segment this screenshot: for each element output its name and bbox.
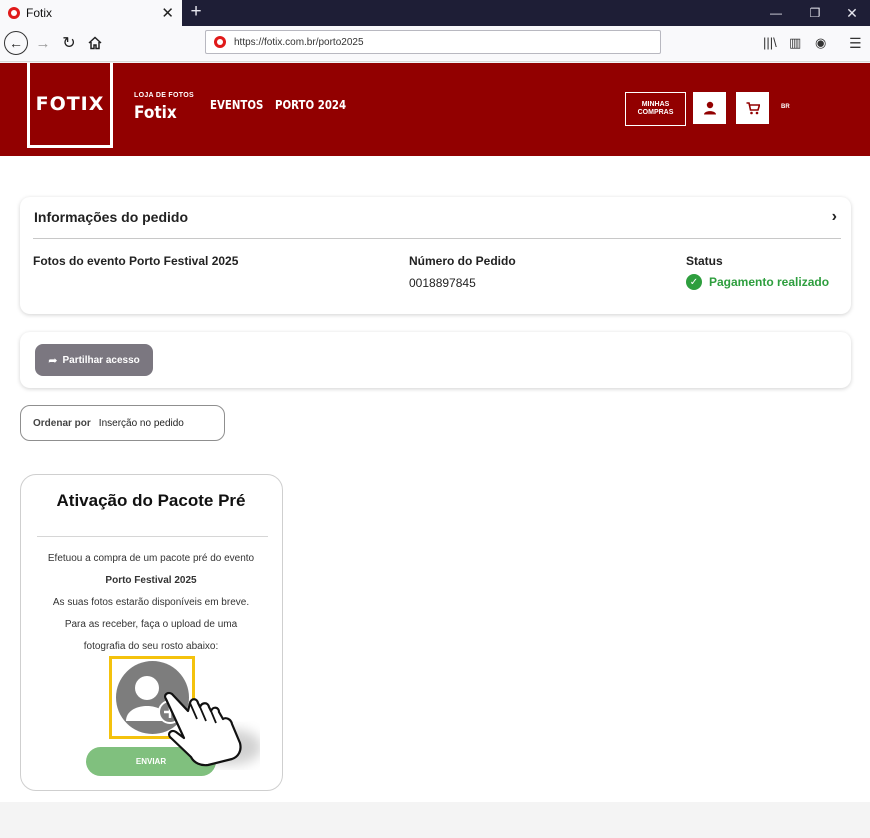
face-upload-button[interactable] <box>109 656 195 739</box>
language-selector[interactable]: BR <box>781 104 790 110</box>
status-badge: ✓ Pagamento realizado <box>686 274 829 290</box>
minimize-icon[interactable]: — <box>758 0 794 26</box>
submit-button[interactable]: ENVIAR <box>86 747 216 776</box>
main-content: Informações do pedido › Fotos do evento … <box>0 156 870 802</box>
status-label: Status <box>686 254 723 268</box>
share-card: ➦ Partilhar acesso <box>20 332 851 388</box>
nav-link-eventos[interactable]: EVENTOS <box>210 98 263 112</box>
sidebar-icon[interactable]: ▥ <box>789 35 801 51</box>
user-icon <box>703 101 716 115</box>
activation-text-1: Efetuou a compra de um pacote pré do eve… <box>47 553 255 564</box>
order-info-title: Informações do pedido <box>34 209 189 225</box>
site-favicon-icon <box>214 36 226 48</box>
my-purchases-button[interactable]: MINHAS COMPRAS <box>625 92 686 126</box>
activation-text-4: Para as receber, faça o upload de uma <box>64 619 238 630</box>
order-number-label: Número do Pedido <box>409 254 516 268</box>
activation-card: Ativação do Pacote Pré Efetuou a compra … <box>20 474 283 791</box>
menu-icon[interactable]: ☰ <box>849 35 862 52</box>
user-button[interactable] <box>693 92 726 124</box>
sort-select[interactable]: Ordenar por Inserção no pedido <box>20 405 225 441</box>
reload-icon[interactable]: ↻ <box>57 31 81 55</box>
logo-text: FOTIX <box>35 93 105 115</box>
home-icon[interactable] <box>83 31 107 55</box>
account-icon[interactable]: ◉ <box>815 35 826 51</box>
sort-label: Ordenar por <box>33 417 91 429</box>
footer-area <box>0 802 870 838</box>
activation-title: Ativação do Pacote Pré <box>56 491 246 510</box>
avatar-placeholder-icon <box>116 661 189 734</box>
divider <box>33 238 841 239</box>
tab-close-icon[interactable]: ✕ <box>161 6 174 21</box>
browser-toolbar: ← → ↻ https://fotix.com.br/porto2025 |||… <box>0 26 870 62</box>
sort-value: Inserção no pedido <box>98 417 184 429</box>
activation-text-5: fotografia do seu rosto abaixo: <box>83 641 219 652</box>
restore-icon[interactable]: ❐ <box>797 0 833 26</box>
divider <box>37 536 268 537</box>
store-label: LOJA DE FOTOS <box>134 92 194 99</box>
logo[interactable]: FOTIX <box>27 63 113 148</box>
order-info-card: Informações do pedido › Fotos do evento … <box>20 197 851 314</box>
cart-icon <box>746 101 760 114</box>
event-label: Fotos do evento Porto Festival 2025 <box>33 254 239 268</box>
order-number-value: 0018897845 <box>409 276 476 290</box>
back-icon[interactable]: ← <box>4 31 28 55</box>
forward-icon[interactable]: → <box>31 31 55 55</box>
site-header: FOTIX LOJA DE FOTOS Fotix EVENTOS PORTO … <box>0 63 870 156</box>
url-text: https://fotix.com.br/porto2025 <box>234 36 364 48</box>
activation-text-3: As suas fotos estarão disponíveis em bre… <box>52 597 250 608</box>
browser-tab[interactable]: Fotix ✕ <box>0 0 182 26</box>
store-name[interactable]: Fotix <box>134 103 177 123</box>
status-value: Pagamento realizado <box>709 275 830 289</box>
check-circle-icon: ✓ <box>686 274 702 290</box>
cart-button[interactable] <box>736 92 769 124</box>
share-arrow-icon: ➦ <box>48 354 58 367</box>
address-bar[interactable]: https://fotix.com.br/porto2025 <box>205 30 661 54</box>
window-close-icon[interactable]: ✕ <box>834 0 870 26</box>
tab-title: Fotix <box>26 6 53 20</box>
activation-event-name: Porto Festival 2025 <box>105 575 197 586</box>
chevron-right-icon[interactable]: › <box>832 208 837 226</box>
share-access-button[interactable]: ➦ Partilhar acesso <box>35 344 153 376</box>
library-icon[interactable]: |||\ <box>763 35 777 50</box>
nav-link-porto[interactable]: PORTO 2024 <box>275 98 346 112</box>
new-tab-button[interactable]: + <box>186 2 206 22</box>
fotix-favicon-icon <box>8 7 20 19</box>
browser-tab-bar: Fotix ✕ + — ❐ ✕ <box>0 0 870 26</box>
share-access-label: Partilhar acesso <box>62 354 140 366</box>
